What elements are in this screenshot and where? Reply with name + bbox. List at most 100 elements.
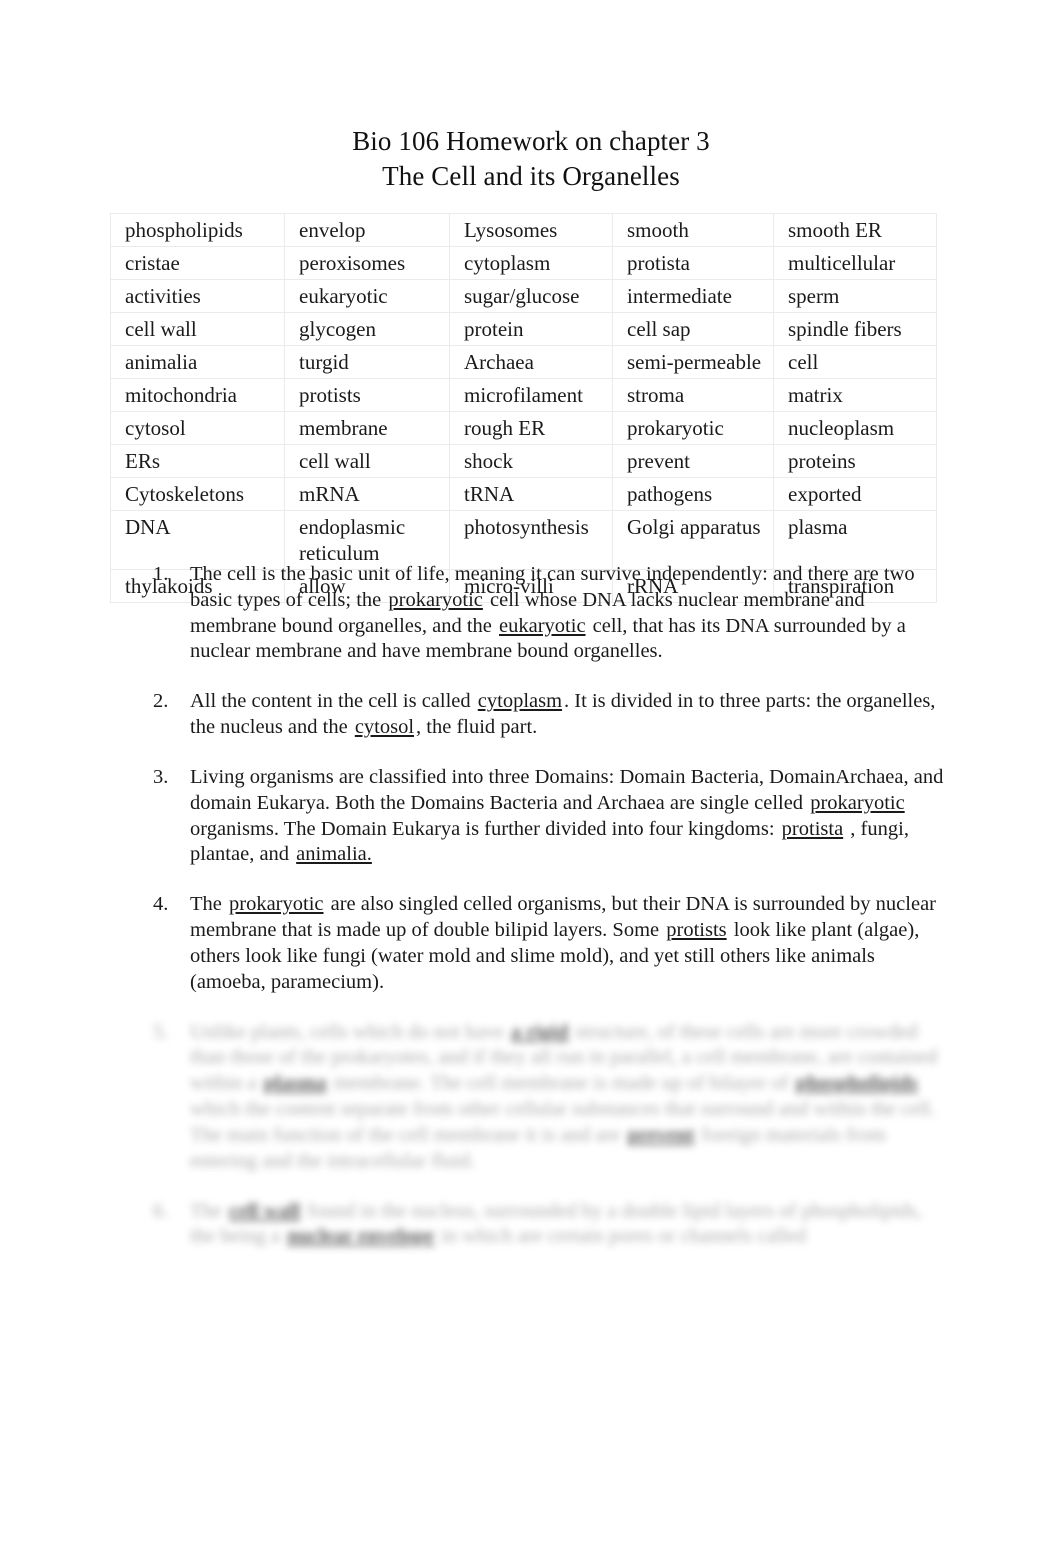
word-bank-cell: smooth bbox=[612, 212, 774, 248]
question-item: 2. All the content in the cell is called … bbox=[150, 689, 950, 741]
question-number: 4. bbox=[153, 893, 169, 916]
word-bank-cell: Cytoskeletons bbox=[110, 477, 285, 512]
word-bank-row: cell wall glycogen protein cell sap spindle … bbox=[110, 312, 937, 347]
word-bank-cell: stroma bbox=[612, 378, 774, 413]
word-bank-cell: turgid bbox=[284, 345, 450, 380]
question-item: 6. The cell wall found in the nucleus, su… bbox=[150, 1199, 950, 1251]
answer-blank: prevent bbox=[627, 1123, 695, 1146]
question-item: 5. Unlike plants, cells which do not have… bbox=[150, 1020, 950, 1175]
question-text: , the fluid part. bbox=[416, 716, 538, 739]
word-bank-cell: mRNA bbox=[284, 477, 450, 512]
word-bank-cell: microfilament bbox=[449, 378, 613, 413]
answer-blank: prokaryotic bbox=[810, 791, 905, 814]
answer-blank: animalia. bbox=[296, 843, 372, 866]
question-text: in which are certain pores or channels c… bbox=[436, 1225, 807, 1248]
answer-blank: cytosol bbox=[354, 716, 415, 739]
word-bank-cell: photosynthesis bbox=[449, 510, 613, 571]
answer-blank: prokaryotic bbox=[388, 588, 483, 611]
word-bank-cell: Golgi apparatus bbox=[612, 510, 774, 571]
word-bank-cell: activities bbox=[110, 279, 285, 314]
question-item: 3. Living organisms are classified into t… bbox=[150, 765, 950, 868]
word-bank-row: DNA endoplasmic reticulum photosynthesis Go… bbox=[110, 510, 937, 571]
answer-blank: eukaryotic bbox=[499, 614, 586, 637]
word-bank-cell: cytosol bbox=[110, 411, 285, 446]
word-bank-cell: smooth ER bbox=[773, 212, 937, 248]
question-item: 1. The cell is the basic unit of life, me… bbox=[150, 562, 950, 665]
word-bank-cell: cell sap bbox=[612, 312, 774, 347]
question-number: 2. bbox=[153, 690, 169, 713]
question-text: organisms. The Domain Eukarya is further… bbox=[190, 817, 780, 840]
word-bank-row: ERs cell wall shock prevent proteins bbox=[110, 444, 937, 479]
answer-blank: a rigid bbox=[510, 1020, 569, 1043]
answer-blank: phospholipids bbox=[795, 1072, 918, 1095]
word-bank-cell: endoplasmic reticulum bbox=[284, 510, 450, 571]
word-bank-cell: matrix bbox=[773, 378, 937, 413]
word-bank-cell: protista bbox=[612, 246, 774, 281]
word-bank-cell: cell bbox=[773, 345, 937, 380]
word-bank-cell: eukaryotic bbox=[284, 279, 450, 314]
title-line-2: The Cell and its Organelles bbox=[382, 161, 680, 192]
question-text: The bbox=[190, 893, 227, 916]
word-bank-cell: Lysosomes bbox=[449, 212, 613, 248]
word-bank-cell: DNA bbox=[110, 510, 285, 571]
answer-blank: nuclear envelope bbox=[287, 1225, 435, 1248]
word-bank-cell: peroxisomes bbox=[284, 246, 450, 281]
word-bank-cell: proteins bbox=[773, 444, 937, 479]
word-bank-row: cristae peroxisomes cytoplasm protista multi… bbox=[110, 246, 937, 281]
word-bank-cell: spindle fibers bbox=[773, 312, 937, 347]
question-text: The bbox=[190, 1199, 227, 1222]
word-bank-cell: protists bbox=[284, 378, 450, 413]
answer-blank: cytoplasm bbox=[477, 690, 563, 713]
word-bank-row: Cytoskeletons mRNA tRNA pathogens exported bbox=[110, 477, 937, 512]
word-bank-cell: cristae bbox=[110, 246, 285, 281]
word-bank-row: phospholipids envelop Lysosomes smooth smoot… bbox=[110, 212, 937, 248]
question-number: 6. bbox=[153, 1199, 169, 1222]
word-bank-row: mitochondria protists microfilament stroma m… bbox=[110, 378, 937, 413]
word-bank-cell: sperm bbox=[773, 279, 937, 314]
word-bank-cell: animalia bbox=[110, 345, 285, 380]
word-bank-cell: cell wall bbox=[110, 312, 285, 347]
word-bank-cell: multicellular bbox=[773, 246, 937, 281]
title-line-1: Bio 106 Homework on chapter 3 bbox=[352, 126, 710, 156]
word-bank-cell: cytoplasm bbox=[449, 246, 613, 281]
word-bank-cell: protein bbox=[449, 312, 613, 347]
document-page: Bio 106 Homework on chapter 3 The Cell a… bbox=[0, 0, 1062, 1561]
word-bank-table: phospholipids envelop Lysosomes smooth smoot… bbox=[110, 212, 937, 604]
word-bank-cell: ERs bbox=[110, 444, 285, 479]
word-bank-cell: envelop bbox=[284, 212, 450, 248]
answer-blank: protists bbox=[666, 919, 727, 942]
word-bank-cell: phospholipids bbox=[110, 212, 285, 248]
word-bank-cell: semi-permeable bbox=[612, 345, 774, 380]
word-bank-cell: intermediate bbox=[612, 279, 774, 314]
word-bank-cell: rough ER bbox=[449, 411, 613, 446]
question-number: 5. bbox=[153, 1020, 169, 1043]
question-number: 3. bbox=[153, 765, 169, 788]
word-bank-cell: prokaryotic bbox=[612, 411, 774, 446]
word-bank-cell: tRNA bbox=[449, 477, 613, 512]
word-bank-row: cytosol membrane rough ER prokaryotic nucleo… bbox=[110, 411, 937, 446]
answer-blank: protista bbox=[781, 817, 844, 840]
word-bank-row: animalia turgid Archaea semi-permeable cell bbox=[110, 345, 937, 380]
question-item: 4. The prokaryotic are also singled celle… bbox=[150, 892, 950, 995]
word-bank-cell: nucleoplasm bbox=[773, 411, 937, 446]
word-bank-cell: sugar/glucose bbox=[449, 279, 613, 314]
question-text: membrane. The cell membrane is made up o… bbox=[328, 1072, 794, 1095]
question-number: 1. bbox=[153, 563, 169, 585]
answer-blank: plasma bbox=[263, 1072, 327, 1095]
answer-blank: cell wall bbox=[229, 1199, 301, 1222]
word-bank-row: activities eukaryotic sugar/glucose interme… bbox=[110, 279, 937, 314]
question-list: 1. The cell is the basic unit of life, me… bbox=[150, 562, 950, 1274]
word-bank-cell: plasma bbox=[773, 510, 937, 571]
word-bank-cell: mitochondria bbox=[110, 378, 285, 413]
word-bank-cell: shock bbox=[449, 444, 613, 479]
word-bank-cell: Archaea bbox=[449, 345, 613, 380]
word-bank-body: phospholipids envelop Lysosomes smooth smoot… bbox=[110, 212, 937, 604]
word-bank-cell: glycogen bbox=[284, 312, 450, 347]
word-bank-cell: prevent bbox=[612, 444, 774, 479]
question-text: Unlike plants, cells which do not have bbox=[190, 1020, 509, 1043]
question-text: All the content in the cell is called bbox=[190, 690, 476, 713]
word-bank-cell: exported bbox=[773, 477, 937, 512]
word-bank-cell: pathogens bbox=[612, 477, 774, 512]
answer-blank: prokaryotic bbox=[229, 893, 324, 916]
word-bank-cell: membrane bbox=[284, 411, 450, 446]
